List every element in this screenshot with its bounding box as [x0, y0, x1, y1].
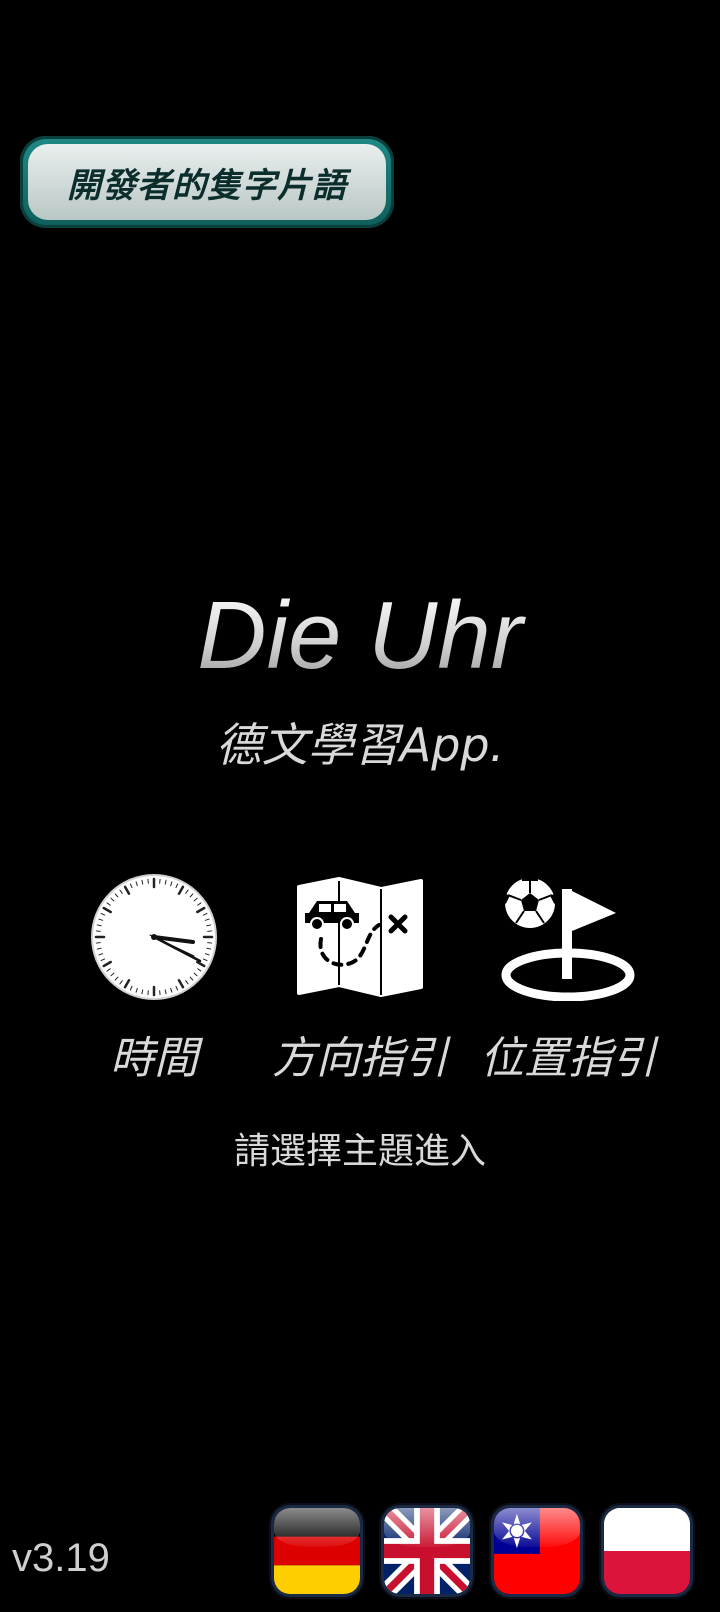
developer-notes-label: 開發者的隻字片語: [67, 165, 347, 206]
topic-position-button[interactable]: 位置指引: [468, 872, 668, 1084]
map-car-icon: [260, 872, 460, 1002]
poland-flag-icon[interactable]: [604, 1508, 690, 1594]
topic-directions-button[interactable]: 方向指引: [260, 872, 460, 1084]
version-label: v3.19: [12, 1536, 110, 1580]
app-subtitle: 德文學習App.: [215, 718, 505, 772]
developer-notes-button-face: 開發者的隻字片語: [28, 144, 386, 220]
select-topic-prompt: 請選擇主題進入: [233, 1131, 486, 1172]
home-screen: 開發者的隻字片語 Die Uhr 德文學習App. 時間 方向指引 位置指引 請…: [0, 0, 720, 1612]
ball-flag-icon: [468, 872, 668, 1002]
topic-directions-label: 方向指引: [272, 1033, 448, 1084]
topic-time-button[interactable]: 時間: [54, 872, 254, 1084]
clock-icon: [54, 872, 254, 1002]
topic-time-label: 時間: [110, 1033, 198, 1084]
topic-position-label: 位置指引: [480, 1033, 656, 1084]
app-title: Die Uhr: [0, 588, 720, 684]
developer-notes-button[interactable]: 開發者的隻字片語: [20, 136, 394, 228]
germany-flag-icon[interactable]: [274, 1508, 360, 1594]
taiwan-flag-icon[interactable]: [494, 1508, 580, 1594]
uk-flag-icon[interactable]: [384, 1508, 470, 1594]
